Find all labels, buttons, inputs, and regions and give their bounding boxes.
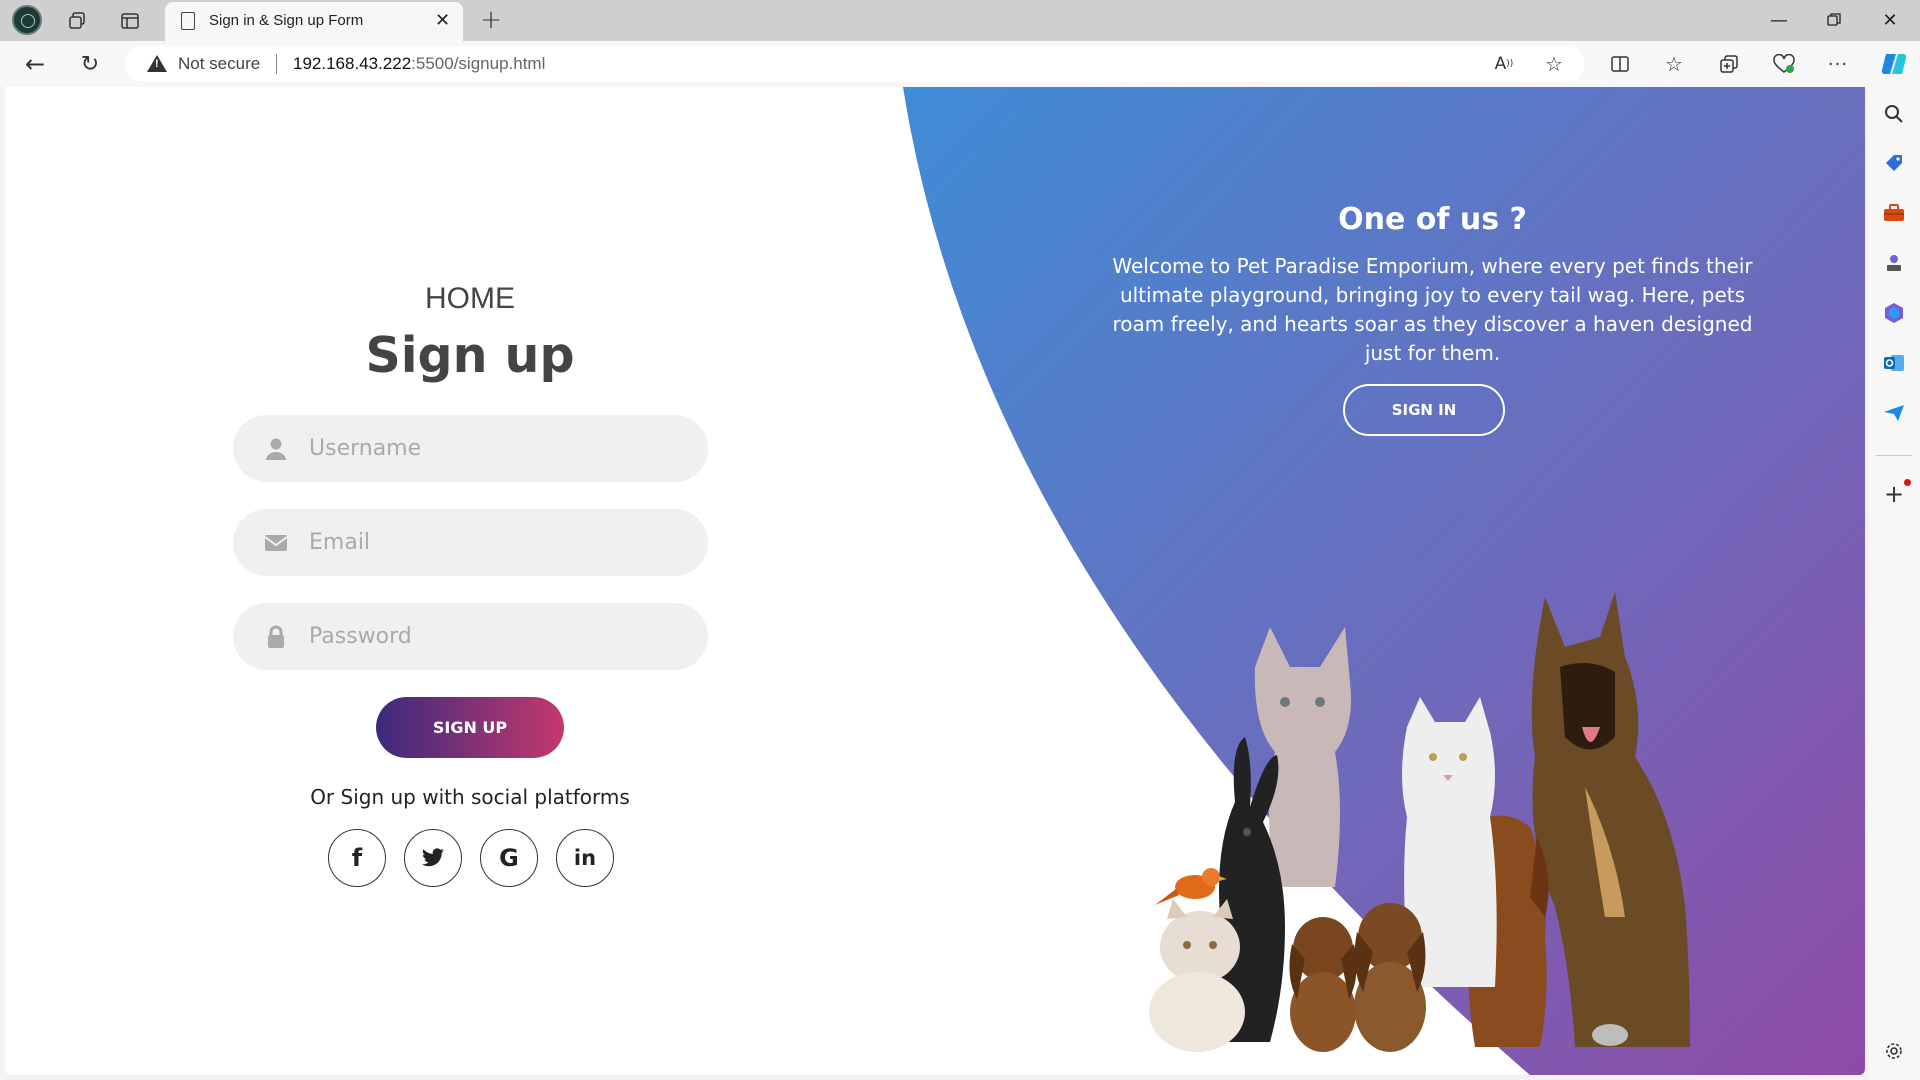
restore-icon[interactable]	[1810, 4, 1858, 36]
workspaces-icon[interactable]	[62, 6, 92, 36]
url-path: :5500/signup.html	[411, 54, 546, 73]
favorite-star-icon[interactable]: ☆	[1536, 47, 1572, 81]
favorites-icon[interactable]: ☆	[1656, 47, 1692, 81]
linkedin-icon[interactable]: in	[556, 829, 614, 887]
pets-group-image	[1149, 592, 1690, 1052]
settings-gear-icon[interactable]	[1882, 1039, 1906, 1063]
tab-active[interactable]: Sign in & Sign up Form ✕	[165, 2, 463, 41]
more-options-icon[interactable]: ···	[1820, 47, 1856, 81]
new-tab-button[interactable]: +	[475, 4, 507, 36]
read-aloud-icon[interactable]: A))	[1486, 47, 1522, 81]
signup-form: HOME Sign up SIGN UP Or Sign up with soc…	[5, 87, 935, 1075]
puppy-image	[1354, 903, 1426, 1052]
send-icon[interactable]	[1882, 401, 1906, 425]
tab-strip: Sign in & Sign up Form ✕ + — ✕	[0, 0, 1920, 41]
split-screen-icon[interactable]	[1602, 47, 1638, 81]
mouse-image	[1592, 1024, 1628, 1046]
twitter-icon[interactable]	[404, 829, 462, 887]
minimize-icon[interactable]: —	[1755, 4, 1803, 36]
divider	[276, 54, 277, 74]
warning-icon	[147, 55, 167, 72]
shopping-tag-icon[interactable]	[1882, 151, 1906, 175]
signup-button[interactable]: SIGN UP	[376, 697, 564, 758]
password-field[interactable]	[233, 603, 708, 670]
outlook-icon[interactable]	[1882, 351, 1906, 375]
page-viewport: HOME Sign up SIGN UP Or Sign up with soc…	[5, 87, 1865, 1075]
username-input[interactable]	[309, 415, 689, 482]
microsoft-365-icon[interactable]	[1882, 301, 1906, 325]
email-input[interactable]	[309, 509, 689, 576]
user-icon	[266, 438, 286, 460]
collections-icon[interactable]	[1711, 47, 1747, 81]
browser-essentials-icon[interactable]	[1766, 47, 1802, 81]
close-window-icon[interactable]: ✕	[1866, 4, 1914, 36]
facebook-icon[interactable]: f	[328, 829, 386, 887]
url-host: 192.168.43.222	[293, 54, 412, 73]
envelope-icon	[264, 535, 288, 551]
tab-title: Sign in & Sign up Form	[209, 12, 364, 29]
add-icon[interactable]: +	[1882, 480, 1906, 508]
search-icon[interactable]	[1882, 102, 1906, 126]
vertical-tabs-icon[interactable]	[115, 6, 145, 36]
close-tab-icon[interactable]: ✕	[435, 10, 450, 31]
divider	[1876, 455, 1912, 456]
back-icon[interactable]: ←	[18, 47, 52, 81]
games-icon[interactable]	[1882, 251, 1906, 275]
signin-button[interactable]: SIGN IN	[1343, 384, 1505, 436]
url-text[interactable]: 192.168.43.222:5500/signup.html	[293, 54, 545, 74]
refresh-icon[interactable]: ↻	[73, 47, 107, 81]
google-icon[interactable]: G	[480, 829, 538, 887]
edge-sidebar: +	[1868, 87, 1920, 1080]
username-field[interactable]	[233, 415, 708, 482]
form-title: Sign up	[365, 327, 575, 384]
password-input[interactable]	[309, 603, 689, 670]
page-icon	[181, 12, 195, 30]
panel-text: Welcome to Pet Paradise Emporium, where …	[1112, 254, 1753, 365]
puppy-image	[1289, 917, 1357, 1052]
tools-icon[interactable]	[1882, 201, 1906, 225]
security-label[interactable]: Not secure	[178, 54, 260, 74]
url-field[interactable]: Not secure 192.168.43.222:5500/signup.ht…	[125, 46, 1585, 82]
panel-title: One of us ?	[1338, 202, 1527, 237]
dog-image	[1531, 592, 1690, 1047]
profile-avatar[interactable]	[12, 5, 42, 35]
lock-icon	[268, 625, 284, 648]
email-field[interactable]	[233, 509, 708, 576]
copilot-icon[interactable]	[1876, 47, 1912, 81]
home-link[interactable]: HOME	[5, 282, 935, 316]
bird-image	[1155, 868, 1227, 905]
social-text: Or Sign up with social platforms	[310, 785, 630, 809]
